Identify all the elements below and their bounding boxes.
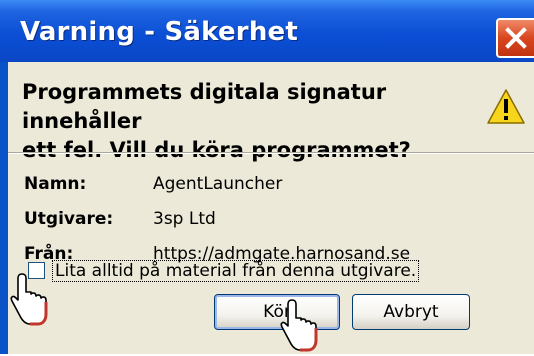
header-separator — [8, 152, 534, 154]
run-button[interactable]: Kör — [214, 294, 340, 330]
cancel-button[interactable]: Avbryt — [352, 294, 470, 330]
publisher-value: 3sp Ltd — [153, 209, 216, 229]
window-title: Varning - Säkerhet — [20, 17, 298, 47]
warning-triangle-icon — [487, 89, 525, 124]
warning-message-line1: Programmets digitala signatur innehåller — [22, 80, 387, 133]
dialog-body: Programmets digitala signatur innehåller… — [8, 62, 534, 354]
name-label: Namn: — [24, 174, 87, 194]
publisher-label: Utgivare: — [24, 209, 114, 229]
warning-message-line2: ett fel. Vill du köra programmet? — [22, 138, 411, 162]
security-warning-dialog: Varning - Säkerhet Programmets digitala … — [0, 0, 534, 354]
hand-pointer-icon — [10, 273, 48, 326]
title-bar[interactable]: Varning - Säkerhet — [0, 0, 534, 62]
name-value: AgentLauncher — [153, 174, 283, 194]
hand-pointer-icon — [280, 299, 318, 352]
always-trust-label[interactable]: Lita alltid på material från denna utgiv… — [52, 260, 420, 282]
close-button[interactable] — [496, 18, 534, 58]
close-icon — [505, 27, 527, 49]
